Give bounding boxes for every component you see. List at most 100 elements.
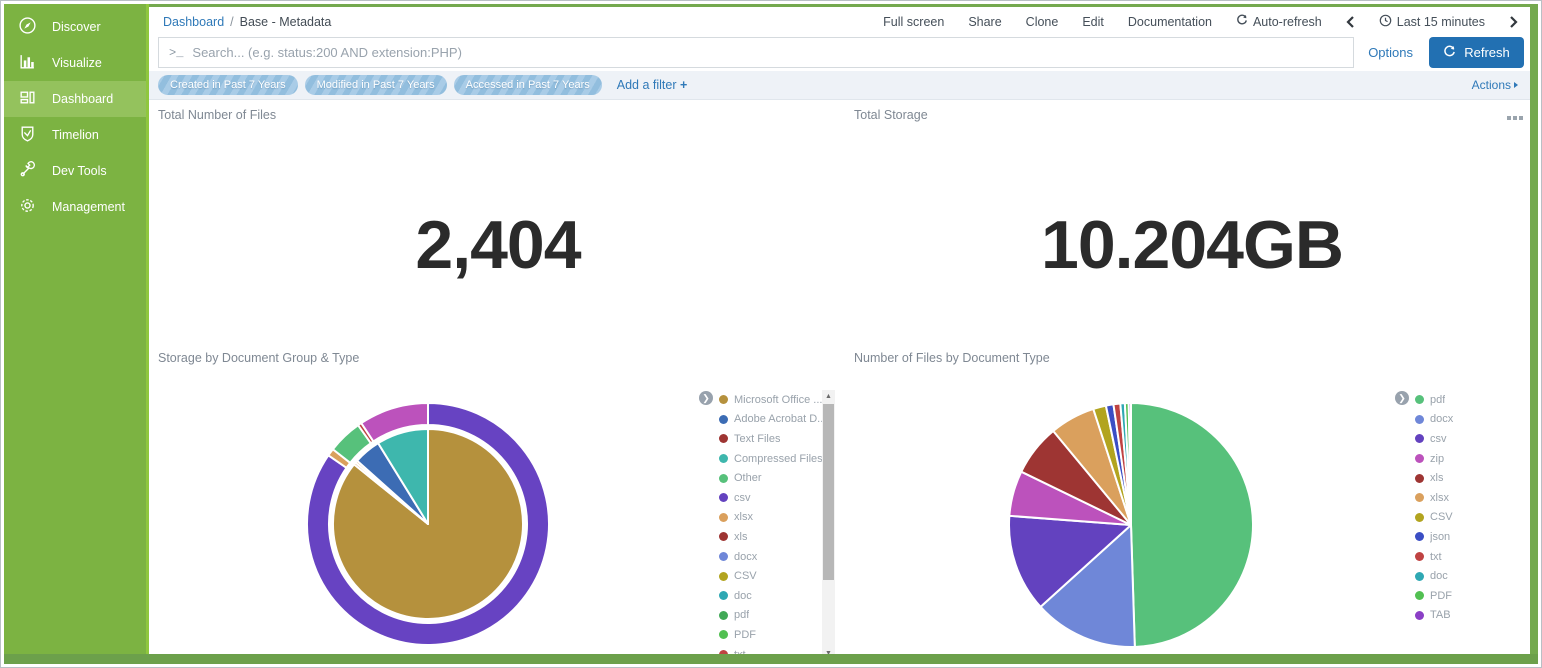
- add-filter-link[interactable]: Add a filter +: [617, 78, 688, 92]
- legend-item-docx[interactable]: docx: [719, 547, 834, 567]
- legend-item-csv[interactable]: csv: [1415, 429, 1530, 449]
- time-back-button[interactable]: [1346, 16, 1355, 28]
- bottom-chrome-strip: [4, 654, 1538, 664]
- filter-pill-accessed[interactable]: Accessed in Past 7 Years: [454, 75, 602, 95]
- sidebar-item-discover[interactable]: Discover: [4, 9, 149, 45]
- legend-item-PDF[interactable]: PDF: [719, 625, 834, 645]
- panel-title-files-by-type: Number of Files by Document Type: [854, 351, 1050, 365]
- share-button[interactable]: Share: [968, 15, 1001, 29]
- legend-item-Text Files[interactable]: Text Files: [719, 429, 834, 449]
- panel-title-total-storage: Total Storage: [854, 108, 928, 122]
- time-forward-button[interactable]: [1509, 16, 1518, 28]
- legend-label: PDF: [734, 629, 756, 641]
- caret-right-icon: [1514, 82, 1518, 88]
- legend-item-xls[interactable]: xls: [719, 527, 834, 547]
- legend-label: pdf: [734, 609, 749, 621]
- files-chart-legend: ❯ pdfdocxcsvzipxlsxlsxCSVjsontxtdocPDFTA…: [1415, 390, 1530, 625]
- legend-item-xlsx[interactable]: xlsx: [719, 508, 834, 528]
- legend-item-TAB[interactable]: TAB: [1415, 606, 1530, 626]
- compass-icon: [18, 16, 37, 38]
- sidebar-item-management[interactable]: Management: [4, 189, 149, 225]
- dashboard-icon: [18, 88, 37, 110]
- legend-label: csv: [734, 492, 751, 504]
- filter-pill-modified[interactable]: Modified in Past 7 Years: [305, 75, 447, 95]
- filter-pill-created[interactable]: Created in Past 7 Years: [158, 75, 298, 95]
- legend-item-xls[interactable]: xls: [1415, 468, 1530, 488]
- legend-scrollbar[interactable]: ▲ ▼: [822, 390, 835, 654]
- sidebar-item-dashboard[interactable]: Dashboard: [4, 81, 149, 117]
- legend-item-json[interactable]: json: [1415, 527, 1530, 547]
- legend-collapse-icon[interactable]: ❯: [699, 391, 713, 405]
- metric-total-files: 2,404: [298, 206, 698, 284]
- edit-button[interactable]: Edit: [1082, 15, 1104, 29]
- scroll-up-icon[interactable]: ▲: [822, 390, 835, 403]
- legend-dot-icon: [1415, 493, 1424, 502]
- legend-dot-icon: [719, 630, 728, 639]
- panel-options-button[interactable]: [1507, 116, 1523, 120]
- legend-item-PDF[interactable]: PDF: [1415, 586, 1530, 606]
- legend-dot-icon: [719, 454, 728, 463]
- legend-item-Microsoft Office ...[interactable]: Microsoft Office ...: [719, 390, 834, 410]
- legend-item-pdf[interactable]: pdf: [719, 606, 834, 626]
- legend-collapse-icon[interactable]: ❯: [1395, 391, 1409, 405]
- breadcrumb-dashboard-link[interactable]: Dashboard: [163, 15, 224, 29]
- legend-item-doc[interactable]: doc: [719, 586, 834, 606]
- storage-sunburst-chart[interactable]: [296, 392, 560, 654]
- legend-label: docx: [734, 551, 757, 563]
- sidebar-item-label: Dev Tools: [52, 164, 107, 178]
- sidebar-item-label: Management: [52, 200, 125, 214]
- search-bar: >_ Options Refresh: [149, 34, 1530, 71]
- search-box[interactable]: >_: [158, 37, 1354, 68]
- sidebar-item-label: Dashboard: [52, 92, 113, 106]
- sidebar-item-label: Discover: [52, 20, 101, 34]
- legend-item-CSV[interactable]: CSV: [1415, 508, 1530, 528]
- legend-label: csv: [1430, 433, 1447, 445]
- legend-label: CSV: [734, 570, 757, 582]
- legend-label: doc: [734, 590, 752, 602]
- legend-item-CSV[interactable]: CSV: [719, 566, 834, 586]
- pie-slice-pdf[interactable]: [1131, 403, 1253, 647]
- content-area: Dashboard / Base - Metadata Full screen …: [149, 7, 1530, 654]
- auto-refresh-button[interactable]: Auto-refresh: [1236, 14, 1322, 29]
- legend-item-pdf[interactable]: pdf: [1415, 390, 1530, 410]
- legend-item-Compressed Files[interactable]: Compressed Files: [719, 449, 834, 469]
- legend-dot-icon: [719, 552, 728, 561]
- legend-item-Adobe Acrobat D...[interactable]: Adobe Acrobat D...: [719, 410, 834, 430]
- top-nav: Full screen Share Clone Edit Documentati…: [883, 14, 1518, 30]
- full-screen-button[interactable]: Full screen: [883, 15, 944, 29]
- actions-menu-button[interactable]: Actions: [1472, 78, 1518, 92]
- legend-item-csv[interactable]: csv: [719, 488, 834, 508]
- refresh-button[interactable]: Refresh: [1429, 37, 1524, 68]
- legend-dot-icon: [1415, 474, 1424, 483]
- legend-item-doc[interactable]: doc: [1415, 566, 1530, 586]
- scrollbar-thumb[interactable]: [823, 404, 834, 580]
- top-bar: Dashboard / Base - Metadata Full screen …: [149, 7, 1530, 34]
- legend-item-Other[interactable]: Other: [719, 468, 834, 488]
- bar-chart-icon: [18, 52, 37, 74]
- sidebar-item-timelion[interactable]: Timelion: [4, 117, 149, 153]
- sidebar-item-dev-tools[interactable]: Dev Tools: [4, 153, 149, 189]
- legend-dot-icon: [1415, 532, 1424, 541]
- legend-dot-icon: [1415, 591, 1424, 600]
- sidebar: Discover Visualize Dashboard: [4, 4, 149, 654]
- clock-icon: [1379, 14, 1392, 30]
- legend-item-xlsx[interactable]: xlsx: [1415, 488, 1530, 508]
- documentation-link[interactable]: Documentation: [1128, 15, 1212, 29]
- dashboard-grid: Total Number of Files Total Storage 2,40…: [149, 100, 1530, 654]
- sidebar-item-visualize[interactable]: Visualize: [4, 45, 149, 81]
- legend-item-docx[interactable]: docx: [1415, 410, 1530, 430]
- legend-item-txt[interactable]: txt: [719, 645, 834, 654]
- legend-dot-icon: [1415, 395, 1424, 404]
- clone-button[interactable]: Clone: [1026, 15, 1059, 29]
- kibana-window: Discover Visualize Dashboard: [0, 0, 1542, 668]
- legend-item-txt[interactable]: txt: [1415, 547, 1530, 567]
- legend-item-zip[interactable]: zip: [1415, 449, 1530, 469]
- scroll-down-icon[interactable]: ▼: [822, 647, 835, 654]
- time-picker-button[interactable]: Last 15 minutes: [1379, 14, 1485, 30]
- search-input[interactable]: [192, 45, 1343, 60]
- legend-label: xlsx: [734, 511, 753, 523]
- wrench-icon: [18, 160, 37, 182]
- files-pie-chart[interactable]: [999, 393, 1263, 654]
- legend-label: xlsx: [1430, 492, 1449, 504]
- options-link[interactable]: Options: [1368, 45, 1413, 60]
